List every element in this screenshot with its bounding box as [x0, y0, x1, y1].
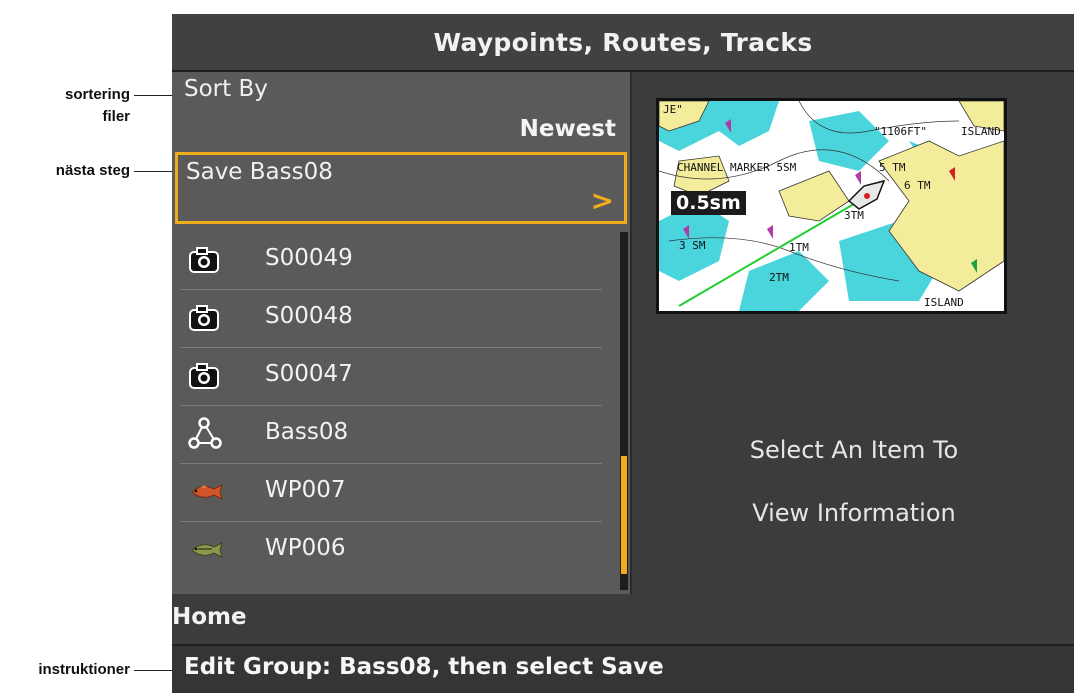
red-fish-icon	[191, 484, 223, 500]
instruction-bar: Edit Group: Bass08, then select Save	[172, 644, 1074, 693]
chevron-right-icon: >	[590, 184, 614, 217]
info-line-2: View Information	[752, 499, 956, 527]
svg-text:CHANNEL MARKER 5SM: CHANNEL MARKER 5SM	[677, 161, 797, 174]
svg-text:5 TM: 5 TM	[879, 161, 906, 174]
info-line-1: Select An Item To	[749, 436, 959, 464]
list-item[interactable]: S00049	[172, 232, 602, 290]
camera-icon	[189, 363, 219, 389]
list-item[interactable]: WP007	[172, 464, 602, 522]
sort-by-label[interactable]: Sort By	[184, 76, 268, 102]
list-item-label: WP007	[265, 477, 346, 503]
device-screen: Waypoints, Routes, Tracks Sort By Newest…	[172, 14, 1074, 693]
home-bar[interactable]: Home	[172, 596, 1074, 642]
list-item-label: WP006	[265, 535, 346, 561]
list-item[interactable]: S00047	[172, 348, 602, 406]
camera-icon	[189, 247, 219, 273]
callout-sort-line1: sortering	[64, 86, 130, 103]
map-preview: "1106FT" ISLAND CHANNEL MARKER 5SM 5 TM …	[656, 98, 1007, 314]
scrollbar-thumb[interactable]	[621, 456, 627, 574]
green-fish-icon	[191, 542, 223, 558]
save-group-item[interactable]: Save Bass08 >	[175, 152, 627, 224]
svg-text:1TM: 1TM	[789, 241, 809, 254]
callout-next-step: nästa steg	[55, 162, 130, 179]
page-title: Waypoints, Routes, Tracks	[172, 14, 1074, 72]
svg-text:"1106FT": "1106FT"	[874, 125, 927, 138]
list-item-label: S00049	[265, 245, 353, 271]
item-list-panel: Sort By Newest Save Bass08 > S00049 S000…	[172, 72, 630, 594]
svg-text:6 TM: 6 TM	[904, 179, 931, 192]
route-icon	[188, 417, 222, 449]
save-group-label: Save Bass08	[186, 159, 333, 185]
camera-icon	[189, 305, 219, 331]
svg-text:3TM: 3TM	[844, 209, 864, 222]
list-item-label: Bass08	[265, 419, 349, 445]
callout-sort-files: sortering filer	[20, 84, 130, 128]
sort-by-value[interactable]: Newest	[520, 116, 616, 142]
callout-instructions: instruktioner	[38, 661, 130, 678]
list-item-label: S00047	[265, 361, 353, 387]
svg-text:3 SM: 3 SM	[679, 239, 706, 252]
callout-sort-line2: filer	[102, 108, 130, 125]
svg-text:ISLAND: ISLAND	[924, 296, 964, 309]
home-label: Home	[172, 604, 247, 630]
list-item[interactable]: WP006	[172, 522, 602, 580]
svg-text:ISLAND: ISLAND	[961, 125, 1001, 138]
list-item[interactable]: Bass08	[172, 406, 602, 464]
panel-divider	[630, 72, 632, 594]
svg-text:JE": JE"	[663, 103, 683, 116]
map-scale-label: 0.5sm	[671, 191, 746, 215]
svg-text:2TM: 2TM	[769, 271, 789, 284]
list-item-label: S00048	[265, 303, 353, 329]
list-item[interactable]: S00048	[172, 290, 602, 348]
instruction-text: Edit Group: Bass08, then select Save	[184, 654, 664, 680]
